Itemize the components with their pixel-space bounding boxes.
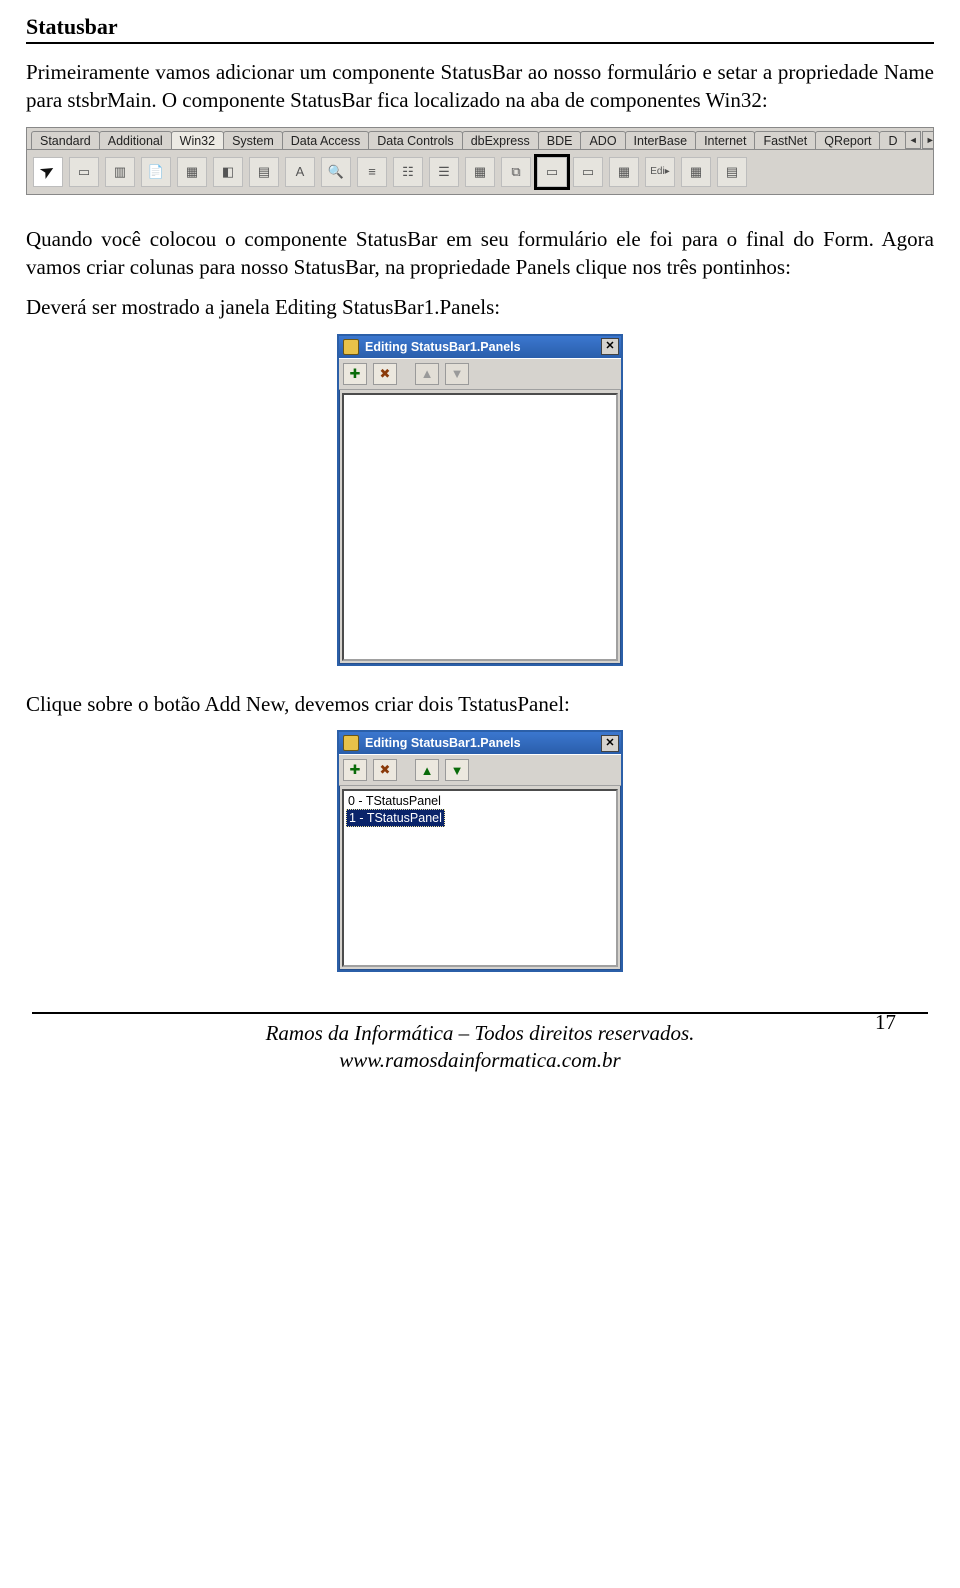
dialog2-title: Editing StatusBar1.Panels (365, 736, 595, 750)
close-button[interactable]: ✕ (601, 338, 619, 355)
paragraph-3: Deverá ser mostrado a janela Editing Sta… (26, 293, 934, 321)
delete-button[interactable]: ✖ (373, 363, 397, 385)
tab-qreport[interactable]: QReport (815, 131, 880, 150)
component-2[interactable]: ▥ (105, 157, 135, 187)
tab-win32[interactable]: Win32 (171, 131, 224, 150)
panels-editor-empty: Editing StatusBar1.Panels ✕ ✚ ✖ ▲ ▼ (337, 334, 623, 666)
component-6[interactable]: ▤ (249, 157, 279, 187)
tab-data-access[interactable]: Data Access (282, 131, 369, 150)
palette-tabs: Standard Additional Win32 System Data Ac… (27, 128, 933, 150)
window-icon (343, 339, 359, 355)
tab-ado[interactable]: ADO (580, 131, 625, 150)
component-row: ➤ ▭ ▥ 📄 ▦ ◧ ▤ A 🔍 ≡ ☷ ☰ ▦ ⧉ ▭ ▭ ▦ Edi▸ ▦… (27, 150, 933, 194)
component-12[interactable]: ▦ (465, 157, 495, 187)
tabs-scroll-left[interactable]: ◄ (905, 131, 921, 149)
tab-system[interactable]: System (223, 131, 283, 150)
component-11[interactable]: ☰ (429, 157, 459, 187)
component-3[interactable]: 📄 (141, 157, 171, 187)
pointer-icon: ➤ (36, 159, 60, 185)
tab-internet[interactable]: Internet (695, 131, 755, 150)
tab-more[interactable]: D (879, 131, 906, 150)
component-10[interactable]: ☷ (393, 157, 423, 187)
add-new-button[interactable]: ✚ (343, 759, 367, 781)
move-down-button[interactable]: ▼ (445, 759, 469, 781)
component-4[interactable]: ▦ (177, 157, 207, 187)
delete-button[interactable]: ✖ (373, 759, 397, 781)
component-7[interactable]: A (285, 157, 315, 187)
list-item[interactable]: 0 - TStatusPanel (346, 793, 614, 809)
component-9[interactable]: ≡ (357, 157, 387, 187)
paragraph-2: Quando você colocou o componente StatusB… (26, 225, 934, 282)
tabs-scroll-right[interactable]: ► (922, 131, 933, 149)
pointer-tool[interactable]: ➤ (33, 157, 63, 187)
component-8[interactable]: 🔍 (321, 157, 351, 187)
component-15[interactable]: ▭ (573, 157, 603, 187)
tab-interbase[interactable]: InterBase (625, 131, 697, 150)
move-down-button[interactable]: ▼ (445, 363, 469, 385)
component-17[interactable]: Edi▸ (645, 157, 675, 187)
tab-dbexpress[interactable]: dbExpress (462, 131, 539, 150)
tab-additional[interactable]: Additional (99, 131, 172, 150)
dialog1-titlebar[interactable]: Editing StatusBar1.Panels ✕ (339, 336, 621, 358)
panels-editor-filled: Editing StatusBar1.Panels ✕ ✚ ✖ ▲ ▼ 0 - … (337, 730, 623, 972)
dialog2-titlebar[interactable]: Editing StatusBar1.Panels ✕ (339, 732, 621, 754)
page-number: 17 (875, 1010, 896, 1035)
component-13[interactable]: ⧉ (501, 157, 531, 187)
component-19[interactable]: ▤ (717, 157, 747, 187)
footer-line-2: www.ramosdainformatica.com.br (26, 1047, 934, 1074)
component-16[interactable]: ▦ (609, 157, 639, 187)
dialog2-toolbar: ✚ ✖ ▲ ▼ (339, 754, 621, 786)
heading-rule (26, 42, 934, 44)
tab-standard[interactable]: Standard (31, 131, 100, 150)
footer-rule (32, 1012, 928, 1014)
component-5[interactable]: ◧ (213, 157, 243, 187)
window-icon (343, 735, 359, 751)
dialog1-title: Editing StatusBar1.Panels (365, 340, 595, 354)
move-up-button[interactable]: ▲ (415, 759, 439, 781)
component-1[interactable]: ▭ (69, 157, 99, 187)
component-palette: Standard Additional Win32 System Data Ac… (26, 127, 934, 195)
tab-fastnet[interactable]: FastNet (754, 131, 816, 150)
close-button[interactable]: ✕ (601, 735, 619, 752)
section-heading: Statusbar (26, 14, 934, 40)
paragraph-4: Clique sobre o botão Add New, devemos cr… (26, 690, 934, 718)
component-statusbar[interactable]: ▭ (537, 157, 567, 187)
dialog1-toolbar: ✚ ✖ ▲ ▼ (339, 358, 621, 390)
dialog1-list[interactable] (342, 393, 618, 661)
tab-data-controls[interactable]: Data Controls (368, 131, 462, 150)
footer-line-1: Ramos da Informática – Todos direitos re… (26, 1020, 934, 1047)
paragraph-1: Primeiramente vamos adicionar um compone… (26, 58, 934, 115)
list-item[interactable]: 1 - TStatusPanel (346, 809, 445, 827)
move-up-button[interactable]: ▲ (415, 363, 439, 385)
dialog2-list[interactable]: 0 - TStatusPanel 1 - TStatusPanel (342, 789, 618, 967)
component-18[interactable]: ▦ (681, 157, 711, 187)
add-new-button[interactable]: ✚ (343, 363, 367, 385)
tab-bde[interactable]: BDE (538, 131, 582, 150)
